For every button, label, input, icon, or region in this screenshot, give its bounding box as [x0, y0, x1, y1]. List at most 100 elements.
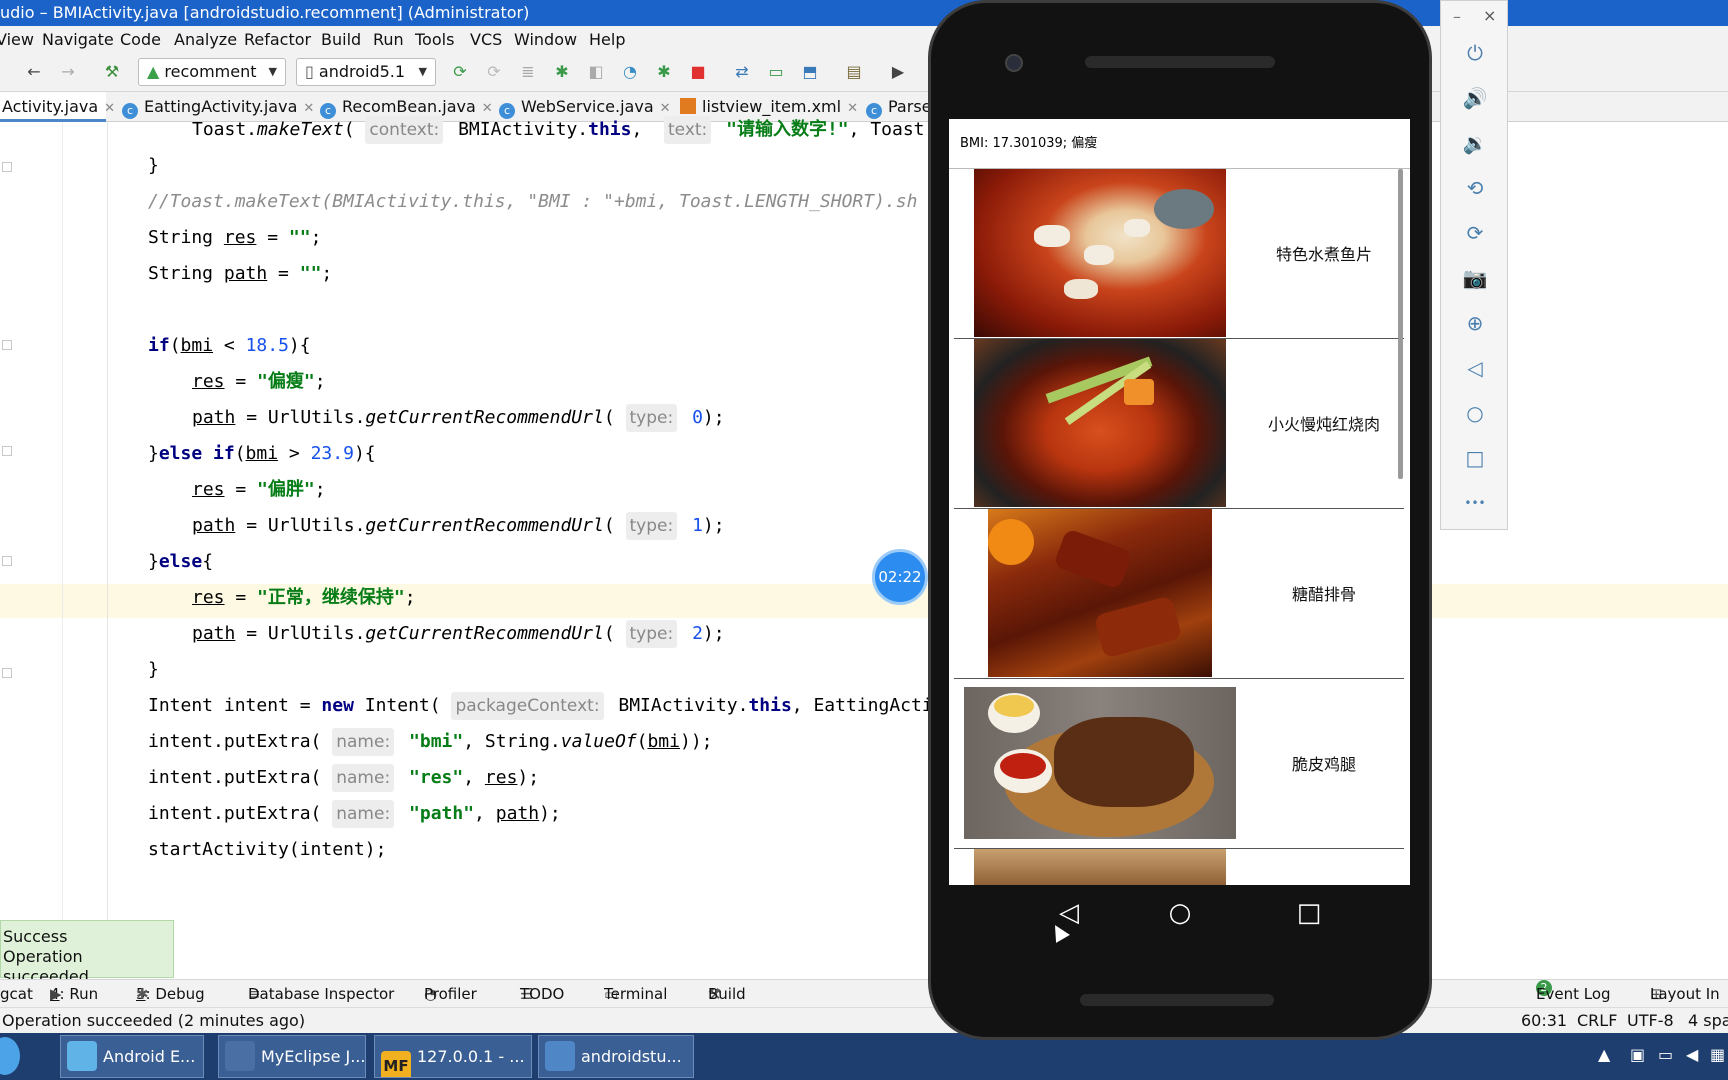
tray-device-icon[interactable]: ▣ — [1630, 1045, 1645, 1064]
menu-build[interactable]: Build — [321, 26, 361, 54]
sdk-manager-icon[interactable]: ⬒ — [800, 62, 820, 82]
menu-run[interactable]: Run — [373, 26, 404, 54]
code-line: Intent intent = new Intent( packageConte… — [148, 688, 933, 724]
menu-analyze[interactable]: Analyze — [174, 26, 237, 54]
taskbar-android-emulator[interactable]: Android E... — [60, 1035, 204, 1078]
tray-expand-icon[interactable]: ▲ — [1598, 1045, 1610, 1064]
code-line: }else{ — [148, 551, 214, 572]
avd-manager-icon[interactable]: ▭ — [766, 62, 786, 82]
caret-position[interactable]: 60:31 — [1521, 1008, 1567, 1034]
taskbar-localhost[interactable]: MF 127.0.0.1 - ... — [374, 1035, 532, 1078]
presentation-icon[interactable]: ▶ — [888, 62, 908, 82]
start-button[interactable] — [0, 1037, 20, 1075]
menu-vcs[interactable]: VCS — [470, 26, 502, 54]
tool-window-bar: gcat ▶ 4: Run ✱ 5: Debug ≡ Database Insp… — [0, 979, 1728, 1007]
success-notification[interactable]: Success Operation succeeded — [0, 920, 174, 986]
tab-label: Activity.java — [2, 97, 99, 116]
sync-gradle-icon[interactable]: ⇄ — [732, 62, 752, 82]
power-icon[interactable]: ⏻ — [1441, 31, 1509, 75]
code-line: if(bmi < 18.5){ — [148, 335, 311, 356]
list-icon[interactable]: ≣ — [518, 62, 538, 82]
apply-code-icon[interactable]: ⟳ — [484, 62, 504, 82]
home-circle-icon[interactable]: ○ — [1160, 885, 1200, 941]
list-item[interactable]: 小火慢炖红烧肉 — [954, 339, 1404, 509]
debug-tab[interactable]: ✱ 5: Debug — [136, 980, 205, 1008]
fold-marker[interactable] — [2, 446, 12, 456]
home-icon[interactable]: ○ — [1441, 391, 1509, 435]
code-line: } — [148, 659, 159, 680]
run-config-dropdown[interactable]: ▲ recomment ▼ — [138, 58, 286, 86]
recents-square-icon[interactable]: □ — [1289, 885, 1329, 941]
volume-up-icon[interactable]: 🔊 — [1441, 76, 1509, 120]
file-encoding[interactable]: UTF-8 — [1627, 1008, 1674, 1034]
list-item[interactable] — [954, 849, 1404, 885]
emulator-minimize-button[interactable]: – — [1453, 7, 1461, 26]
code-line: res = "正常，继续保持"; — [192, 587, 416, 608]
run-tab[interactable]: ▶ 4: Run — [50, 980, 98, 1008]
screen-root: udio – BMIActivity.java [androidstudio.r… — [0, 0, 1728, 1080]
overview-icon[interactable]: □ — [1441, 436, 1509, 480]
code-line: res = "偏胖"; — [192, 479, 326, 500]
menu-help[interactable]: Help — [589, 26, 625, 54]
tab-bmi-activity[interactable]: Activity.java ✕ — [0, 92, 115, 122]
tray-volume-icon[interactable]: ◀ — [1686, 1045, 1698, 1064]
fold-marker[interactable] — [2, 556, 12, 566]
sweet-sour-ribs-image — [988, 509, 1212, 677]
list-scrollbar[interactable] — [1398, 169, 1403, 479]
forward-arrow-icon[interactable]: → — [58, 62, 78, 82]
stop-icon[interactable]: ■ — [688, 62, 708, 82]
fold-marker[interactable] — [2, 340, 12, 350]
taskbar-android-studio[interactable]: androidstu... — [538, 1035, 694, 1078]
build-hammer-icon[interactable]: ⚒ — [102, 62, 122, 82]
menu-window[interactable]: Window — [514, 26, 577, 54]
line-separator[interactable]: CRLF — [1577, 1008, 1617, 1034]
class-icon: c — [122, 103, 138, 119]
mf-icon: MF — [381, 1051, 411, 1077]
camera-icon[interactable]: 📷 — [1441, 256, 1509, 300]
code-comment: //Toast.makeText(BMIActivity.this, "BMI … — [148, 191, 918, 212]
code-line: startActivity(intent); — [148, 839, 387, 860]
tray-network-icon[interactable]: ▭ — [1658, 1045, 1673, 1064]
close-icon[interactable]: ✕ — [104, 101, 115, 116]
logcat-tab[interactable]: gcat — [0, 980, 33, 1008]
rotate-left-icon[interactable]: ⟲ — [1441, 166, 1509, 210]
more-options-icon[interactable]: ••• — [1441, 481, 1509, 525]
menu-navigate[interactable]: Navigate — [42, 26, 114, 54]
coverage-icon[interactable]: ◧ — [586, 62, 606, 82]
list-item[interactable]: 特色水煮鱼片 — [954, 169, 1404, 339]
indent-guide — [62, 122, 63, 975]
code-line: intent.putExtra( name: "res", res); — [148, 760, 539, 796]
zoom-icon[interactable]: ⊕ — [1441, 301, 1509, 345]
android-icon: ▲ — [147, 62, 160, 81]
fold-marker[interactable] — [2, 668, 12, 678]
windows-taskbar: Android E... MyEclipse J... MF 127.0.0.1 … — [0, 1033, 1728, 1080]
tray-keyboard-icon[interactable]: ▦ — [1710, 1045, 1725, 1064]
debug-bug-icon[interactable]: ✱ — [552, 62, 572, 82]
code-line: }else if(bmi > 23.9){ — [148, 443, 376, 464]
project-structure-icon[interactable]: ▤ — [844, 62, 864, 82]
attach-debugger-icon[interactable]: ✱ — [654, 62, 674, 82]
rotate-right-icon[interactable]: ⟳ — [1441, 211, 1509, 255]
menu-code[interactable]: Code — [120, 26, 161, 54]
device-dropdown[interactable]: ▯ android5.1 ▼ — [296, 58, 436, 86]
phone-screen[interactable]: BMI: 17.301039; 偏瘦 特色水煮鱼片 小火慢炖红烧肉 糖醋排骨 脆… — [949, 119, 1410, 885]
profile-icon[interactable]: ◔ — [620, 62, 640, 82]
chevron-down-icon: ▼ — [268, 65, 277, 78]
back-arrow-icon[interactable]: ← — [24, 62, 44, 82]
volume-down-icon[interactable]: 🔉 — [1441, 121, 1509, 165]
indent-setting[interactable]: 4 spa — [1688, 1008, 1728, 1034]
menu-refactor[interactable]: Refactor — [244, 26, 311, 54]
menu-tools[interactable]: Tools — [415, 26, 454, 54]
emulator-close-button[interactable]: × — [1483, 6, 1496, 25]
bottom-speaker — [1080, 994, 1274, 1006]
list-item[interactable]: 糖醋排骨 — [954, 509, 1404, 679]
taskbar-myeclipse[interactable]: MyEclipse J... — [218, 1035, 366, 1078]
status-message: Operation succeeded (2 minutes ago) — [2, 1011, 306, 1030]
code-line: Toast.makeText( context: BMIActivity.thi… — [192, 112, 946, 148]
back-icon[interactable]: ◁ — [1441, 346, 1509, 390]
list-item[interactable]: 脆皮鸡腿 — [954, 679, 1404, 849]
menu-view[interactable]: View — [0, 26, 34, 54]
fold-marker[interactable] — [2, 162, 12, 172]
apply-changes-icon[interactable]: ⟳ — [450, 62, 470, 82]
recording-timer[interactable]: 02:22 — [872, 549, 928, 605]
